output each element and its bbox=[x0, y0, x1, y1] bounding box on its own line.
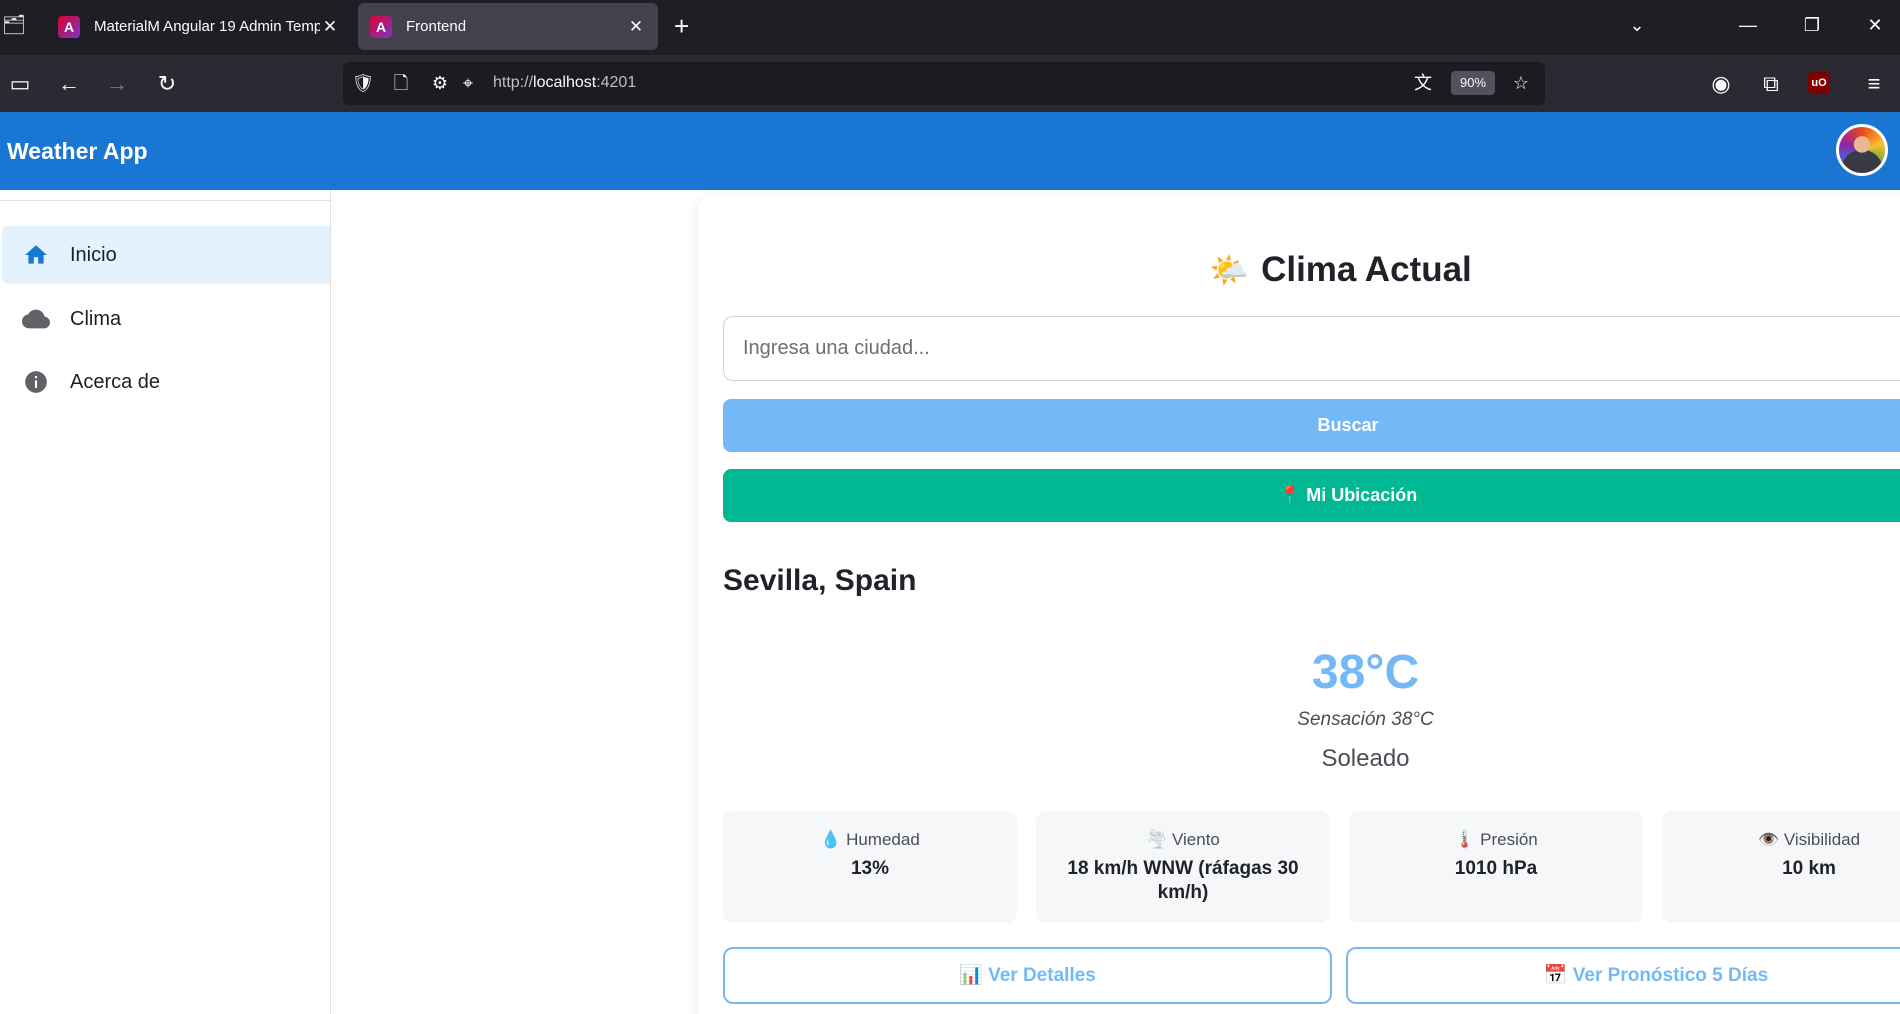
avatar[interactable] bbox=[1836, 124, 1888, 176]
stat-label: 🌡️ Presión bbox=[1454, 830, 1538, 849]
stat-card-visibility: 👁️ Visibilidad 10 km bbox=[1662, 811, 1900, 923]
address-bar[interactable]: 🛡 🗋 ⚙ ⌖ http://localhost:4201 文 90% ☆ bbox=[343, 62, 1545, 105]
sidebar-item-clima[interactable]: Clima bbox=[2, 290, 330, 348]
close-icon[interactable]: ✕ bbox=[626, 17, 646, 37]
stat-label: 💧 Humedad bbox=[820, 830, 920, 849]
sun-behind-cloud-icon: 🌤️ bbox=[1209, 252, 1250, 288]
url-prefix: http:// bbox=[493, 74, 534, 91]
url-text[interactable]: http://localhost:4201 bbox=[493, 74, 636, 92]
browser-tab-strip: 🗂 A MaterialM Angular 19 Admin Template … bbox=[0, 0, 1900, 55]
stat-card-humidity: 💧 Humedad 13% bbox=[723, 811, 1017, 923]
sidebar-item-label: Acerca de bbox=[70, 370, 161, 393]
sidebar-item-inicio[interactable]: Inicio bbox=[2, 226, 330, 284]
stat-value: 18 km/h WNW (ráfagas 30 km/h) bbox=[1067, 858, 1299, 903]
weather-card: 🌤️ Clima Actual Buscar 📍 Mi Ubicación Sev… bbox=[698, 195, 1900, 1014]
translate-icon[interactable]: 文 bbox=[1410, 70, 1436, 96]
stat-card-pressure: 🌡️ Presión 1010 hPa bbox=[1349, 811, 1643, 923]
url-port: :4201 bbox=[596, 74, 637, 91]
my-location-button[interactable]: 📍 Mi Ubicación bbox=[723, 469, 1900, 522]
stat-value: 10 km bbox=[1782, 858, 1836, 879]
sidebar-item-label: Clima bbox=[70, 307, 122, 330]
zoom-level-badge[interactable]: 90% bbox=[1451, 71, 1495, 95]
page-icon[interactable]: 🗋 bbox=[388, 70, 414, 96]
forward-arrow-icon[interactable]: → bbox=[102, 69, 132, 99]
home-icon bbox=[22, 241, 50, 269]
menu-hamburger-icon[interactable]: ≡ bbox=[1859, 69, 1889, 99]
temperature-value: 38°C bbox=[1311, 646, 1420, 699]
ublock-badge: uO bbox=[1808, 72, 1830, 94]
browser-tab-admin-template[interactable]: A MaterialM Angular 19 Admin Template ✕ bbox=[46, 3, 352, 50]
view-forecast-button[interactable]: 📅 Ver Pronóstico 5 Días bbox=[1346, 947, 1900, 1004]
page-title-text: Clima Actual bbox=[1261, 250, 1472, 289]
weather-condition: Soleado bbox=[1321, 745, 1410, 772]
angular-logo-icon: A bbox=[58, 15, 80, 38]
reload-icon[interactable]: ↻ bbox=[152, 69, 182, 99]
url-host: localhost bbox=[533, 74, 597, 91]
chevron-down-icon[interactable]: ⌄ bbox=[1622, 10, 1652, 40]
stat-value: 13% bbox=[850, 858, 890, 879]
new-tab-plus-icon[interactable]: + bbox=[674, 12, 689, 40]
city-name: Sevilla, Spain bbox=[723, 564, 917, 597]
city-search-input[interactable] bbox=[723, 316, 1900, 381]
divider bbox=[0, 200, 330, 201]
restore-icon[interactable]: ❐ bbox=[1797, 10, 1827, 40]
sidebar-item-label: Inicio bbox=[70, 243, 117, 266]
app-title: Weather App bbox=[7, 138, 148, 164]
search-button[interactable]: Buscar bbox=[723, 399, 1900, 452]
angular-logo-icon: A bbox=[370, 15, 392, 38]
account-icon[interactable]: ◉ bbox=[1706, 69, 1736, 99]
app-toolbar: Weather App bbox=[0, 112, 1900, 190]
window-close-icon[interactable]: ✕ bbox=[1860, 10, 1890, 40]
extensions-puzzle-icon[interactable]: ⧉ bbox=[1756, 69, 1786, 99]
feels-like-text: Sensación 38°C bbox=[1297, 709, 1434, 730]
sidebar-item-acerca-de[interactable]: Acerca de bbox=[2, 353, 330, 411]
back-arrow-icon[interactable]: ← bbox=[54, 69, 84, 99]
stat-label: 👁️ Visibilidad bbox=[1757, 830, 1861, 849]
permissions-icon[interactable]: ⚙ bbox=[427, 70, 453, 96]
shield-icon[interactable]: 🛡 bbox=[350, 70, 376, 96]
tab-title: Frontend bbox=[406, 18, 467, 35]
firefox-view-icon[interactable]: 🗂 bbox=[2, 14, 26, 38]
browser-nav-bar: ▭ ← → ↻ 🛡 🗋 ⚙ ⌖ http://localhost:4201 文 … bbox=[0, 55, 1900, 112]
page-title: 🌤️ Clima Actual bbox=[698, 250, 1900, 290]
sidebar-toggle-icon[interactable]: ▭ bbox=[5, 69, 35, 99]
tab-title: MaterialM Angular 19 Admin Template bbox=[94, 18, 320, 35]
stat-value: 1010 hPa bbox=[1454, 858, 1538, 879]
close-icon[interactable]: ✕ bbox=[320, 17, 340, 37]
stat-label: 🌪️ Viento bbox=[1146, 830, 1220, 849]
ublock-origin-icon[interactable]: uO bbox=[1808, 72, 1830, 94]
sidebar: Inicio Clima Acerca de bbox=[0, 190, 331, 1014]
minimize-icon[interactable]: — bbox=[1733, 10, 1763, 40]
cloud-icon bbox=[22, 305, 50, 333]
stat-card-wind: 🌪️ Viento 18 km/h WNW (ráfagas 30 km/h) bbox=[1036, 811, 1330, 923]
info-icon bbox=[22, 368, 50, 396]
browser-tab-frontend[interactable]: A Frontend ✕ bbox=[358, 3, 658, 50]
view-details-button[interactable]: 📊 Ver Detalles bbox=[723, 947, 1332, 1004]
location-pin-icon[interactable]: ⌖ bbox=[455, 70, 481, 96]
star-bookmark-icon[interactable]: ☆ bbox=[1508, 70, 1534, 96]
